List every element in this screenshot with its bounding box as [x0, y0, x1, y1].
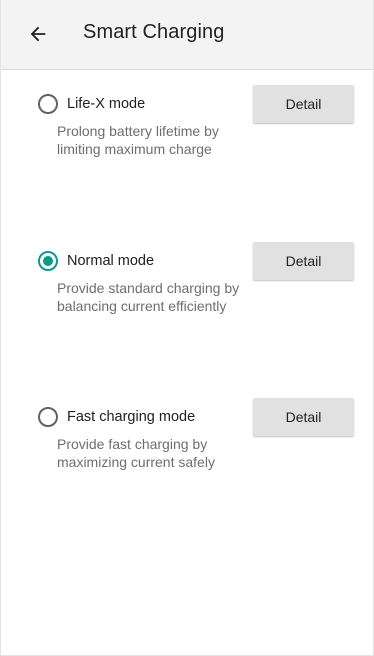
mode-option-fast-charging: Fast charging mode Provide fast charging…	[1, 398, 373, 496]
normal-radio[interactable]	[38, 251, 58, 271]
normal-mode-label: Normal mode	[67, 253, 155, 269]
mode-option-normal: Normal mode Provide standard charging by…	[1, 242, 373, 340]
normal-mode-description: Provide standard charging by balancing c…	[57, 280, 240, 314]
fast-charging-radio[interactable]	[38, 407, 58, 427]
fast-charging-mode-label: Fast charging mode	[67, 409, 196, 425]
life-x-mode-description: Prolong battery lifetime by limiting max…	[57, 123, 219, 157]
mode-option-life-x: Life-X mode Prolong battery lifetime by …	[1, 85, 373, 183]
arrow-left-icon	[30, 26, 46, 42]
life-x-mode-label: Life-X mode	[67, 96, 146, 112]
fast-charging-radio-row[interactable]: Fast charging mode	[38, 406, 195, 428]
normal-radio-row[interactable]: Normal mode	[38, 250, 154, 272]
smart-charging-screen: Smart Charging Life-X mode Prolong batte…	[0, 0, 374, 656]
life-x-radio-row[interactable]: Life-X mode	[38, 93, 145, 115]
back-button[interactable]	[21, 17, 55, 51]
page-title: Smart Charging	[83, 21, 225, 43]
life-x-radio[interactable]	[38, 94, 58, 114]
fast-charging-detail-button[interactable]: Detail	[253, 398, 354, 436]
fast-charging-mode-description: Provide fast charging by maximizing curr…	[57, 436, 215, 470]
normal-detail-button[interactable]: Detail	[253, 242, 354, 280]
app-bar: Smart Charging	[1, 0, 373, 70]
life-x-detail-button[interactable]: Detail	[253, 85, 354, 123]
